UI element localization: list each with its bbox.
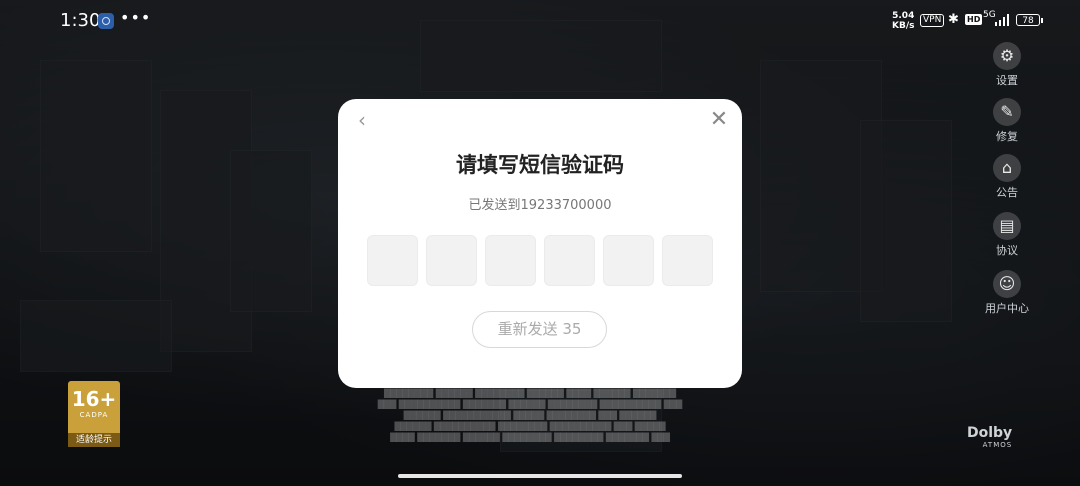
menu-label: 公告 [996, 186, 1018, 199]
menu-item-agreement[interactable]: ▤ 协议 [985, 212, 1029, 258]
menu-item-announcement[interactable]: ⌂ 公告 [985, 154, 1029, 200]
status-bar: 1:30 ••• 5.04 KB/s VPN ✱ HD 5G 78 [0, 0, 1080, 44]
age-rating-badge: 16+ CADPA 适龄提示 [68, 381, 120, 447]
battery-icon: 78 [1016, 14, 1043, 26]
gear-icon: ⚙ [993, 42, 1021, 70]
menu-item-settings[interactable]: ⚙ 设置 [985, 42, 1029, 88]
dialog-title: 请填写短信验证码 [456, 153, 624, 177]
dolby-brand: Dolby [967, 425, 1013, 441]
menu-label: 协议 [996, 244, 1018, 257]
user-icon: ☺ [993, 270, 1021, 298]
resend-button[interactable]: 重新发送 35 [472, 311, 607, 348]
network-type: 5G [983, 10, 996, 20]
vpn-icon: VPN [920, 14, 945, 27]
app-notification-icon [98, 13, 114, 29]
dolby-logo: Dolby ATMOS [967, 425, 1012, 449]
age-label: 适龄提示 [68, 433, 120, 447]
code-digit-input[interactable] [485, 235, 536, 286]
code-digit-input[interactable] [367, 235, 418, 286]
menu-label: 修复 [996, 130, 1018, 143]
net-speed-value: 5.04 [892, 11, 915, 21]
code-input-group [367, 235, 714, 286]
close-icon[interactable]: ✕ [708, 108, 730, 132]
signal-strength-icon [995, 14, 1011, 26]
menu-item-repair[interactable]: ✎ 修复 [985, 98, 1029, 144]
more-notifications-icon: ••• [120, 8, 152, 27]
age-number: 16+ [71, 387, 117, 411]
dolby-sub: ATMOS [982, 441, 1013, 449]
document-icon: ▤ [993, 212, 1021, 240]
menu-label: 设置 [996, 74, 1018, 87]
menu-label: 用户中心 [985, 302, 1029, 315]
menu-item-user-center[interactable]: ☺ 用户中心 [985, 270, 1029, 316]
age-code: CADPA [79, 411, 109, 419]
net-speed-unit: KB/s [892, 21, 915, 31]
sent-to-text: 已发送到19233700000 [468, 198, 612, 213]
sms-verification-dialog: ‹ ✕ 请填写短信验证码 已发送到19233700000 重新发送 35 [338, 99, 742, 388]
back-chevron-icon[interactable]: ‹ [352, 108, 372, 132]
code-digit-input[interactable] [662, 235, 713, 286]
home-indicator[interactable] [398, 474, 682, 478]
code-digit-input[interactable] [544, 235, 595, 286]
announcement-icon: ⌂ [993, 154, 1021, 182]
bluetooth-icon: ✱ [948, 12, 959, 27]
code-digit-input[interactable] [603, 235, 654, 286]
wrench-icon: ✎ [993, 98, 1021, 126]
clock: 1:30 [60, 10, 101, 31]
hd-icon: HD [965, 14, 983, 25]
legal-footer: ████████ ██████ ████████ ██████ ████ ███… [377, 389, 683, 442]
net-speed: 5.04 KB/s [892, 11, 914, 31]
code-digit-input[interactable] [426, 235, 477, 286]
